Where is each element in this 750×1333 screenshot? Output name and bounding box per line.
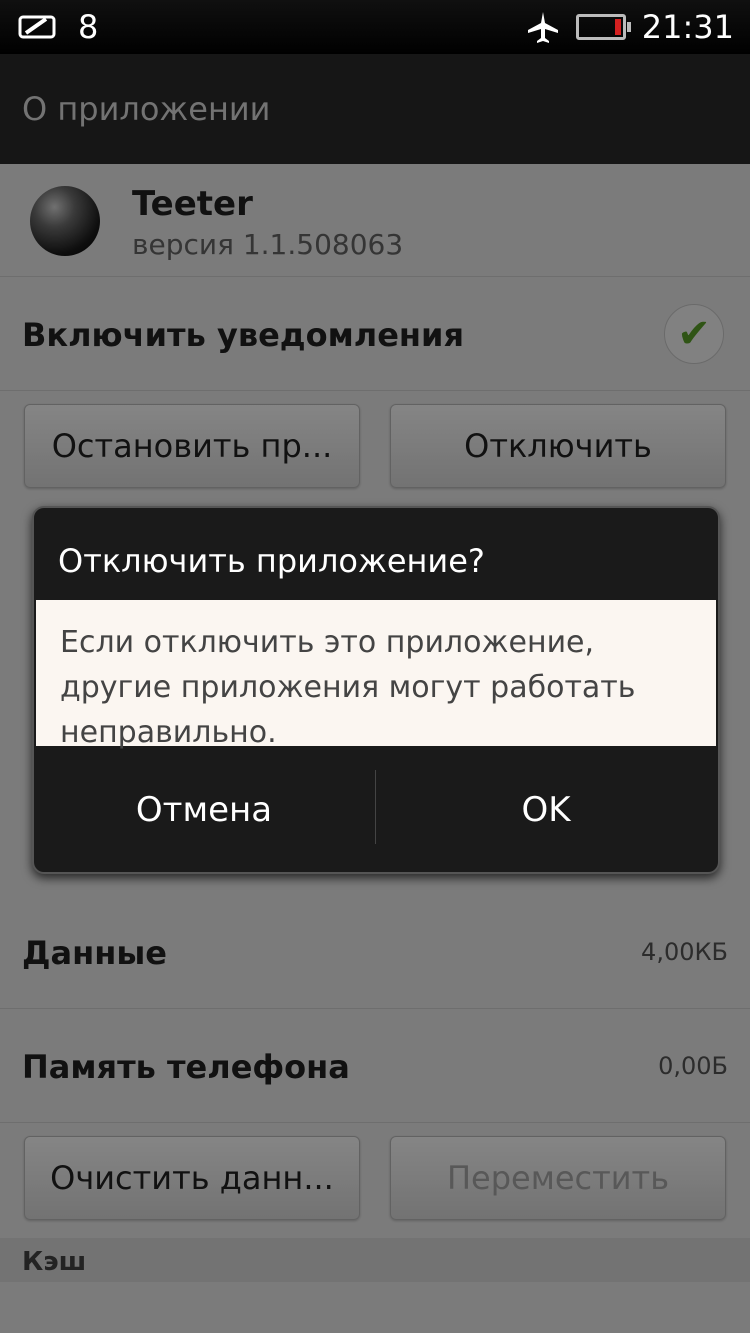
status-bar: 8 21:31 (0, 0, 750, 54)
dialog-body: Если отключить это приложение, другие пр… (36, 600, 716, 750)
disable-app-dialog: Отключить приложение? Если отключить это… (32, 506, 720, 874)
sync-icon (18, 15, 56, 39)
clock: 21:31 (641, 8, 734, 46)
airplane-icon (527, 12, 558, 43)
notification-count: 8 (78, 8, 99, 46)
dialog-title: Отключить приложение? (58, 542, 485, 580)
dialog-message: Если отключить это приложение, другие пр… (60, 625, 636, 750)
battery-icon (575, 14, 631, 40)
cancel-button[interactable]: Отмена (34, 748, 374, 872)
ok-button[interactable]: OK (376, 748, 716, 872)
